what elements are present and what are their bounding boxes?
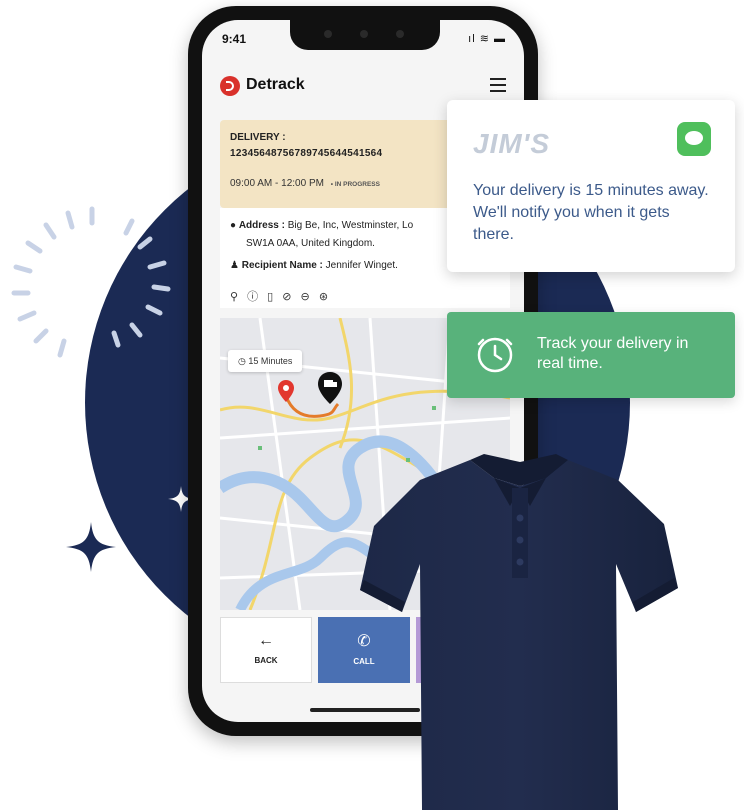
back-button[interactable]: ← BACK — [220, 617, 312, 683]
status-time: 9:41 — [222, 32, 247, 46]
messages-app-icon — [677, 122, 711, 156]
burst-rays-decoration — [11, 206, 171, 358]
clock-small-icon: ◷ — [238, 356, 246, 366]
delivery-action-icons[interactable]: ⚲ ⓘ ▯ ⊘ ⊖ ⊛ — [230, 288, 331, 304]
camera-dot — [396, 30, 404, 38]
recipient-row: ♟ Recipient Name : Jennifer Winget. — [230, 260, 398, 271]
sparkle-large-icon — [66, 522, 116, 572]
track-delivery-banner: Track your delivery in real time. — [447, 312, 735, 398]
detrack-logo-icon — [220, 76, 240, 96]
delivery-status: • IN PROGRESS — [330, 181, 380, 188]
origin-pin-icon[interactable] — [278, 380, 294, 402]
clock-icon — [477, 337, 513, 373]
track-message: Track your delivery in real time. — [537, 335, 689, 372]
sensor-dot — [360, 30, 368, 38]
delivery-time-window: 09:00 AM - 12:00 PM • IN PROGRESS — [230, 178, 380, 189]
jims-logo: JIM'S — [473, 128, 551, 159]
address-value: Big Be, Inc, Westminster, Lo — [287, 220, 414, 231]
recipient-label: Recipient Name : — [241, 260, 323, 271]
person-icon: ♟ — [230, 260, 239, 271]
back-label: BACK — [254, 656, 278, 665]
address-row: ● Address : Big Be, Inc, Westminster, Lo — [230, 220, 413, 231]
notification-message: Your delivery is 15 minutes away. We'll … — [473, 182, 709, 243]
phone-notch — [290, 20, 440, 50]
back-arrow-icon: ← — [258, 632, 274, 649]
camera-dot — [324, 30, 332, 38]
eta-pill: ◷ 15 Minutes — [228, 350, 303, 372]
delivery-title: DELIVERY : — [230, 132, 286, 143]
app-brand-name: Detrack — [246, 76, 305, 93]
sms-notification-card: JIM'S Your delivery is 15 minutes away. … — [447, 100, 735, 272]
address-line-2: SW1A 0AA, United Kingdom. — [246, 238, 375, 249]
delivery-number: 12345648756789745644541564 — [230, 148, 383, 159]
location-pin-icon: ● — [230, 220, 237, 231]
delivery-time: 09:00 AM - 12:00 PM — [230, 178, 324, 189]
delivery-truck-pin-icon[interactable] — [318, 372, 342, 404]
status-signal-icons: ıl ≋ ▬ — [468, 33, 506, 45]
polo-shirt-image — [360, 454, 678, 810]
address-label: Address : — [238, 220, 285, 231]
eta-text: 15 Minutes — [248, 356, 293, 366]
hamburger-menu-icon[interactable] — [490, 78, 506, 92]
recipient-value: Jennifer Winget. — [325, 260, 398, 271]
